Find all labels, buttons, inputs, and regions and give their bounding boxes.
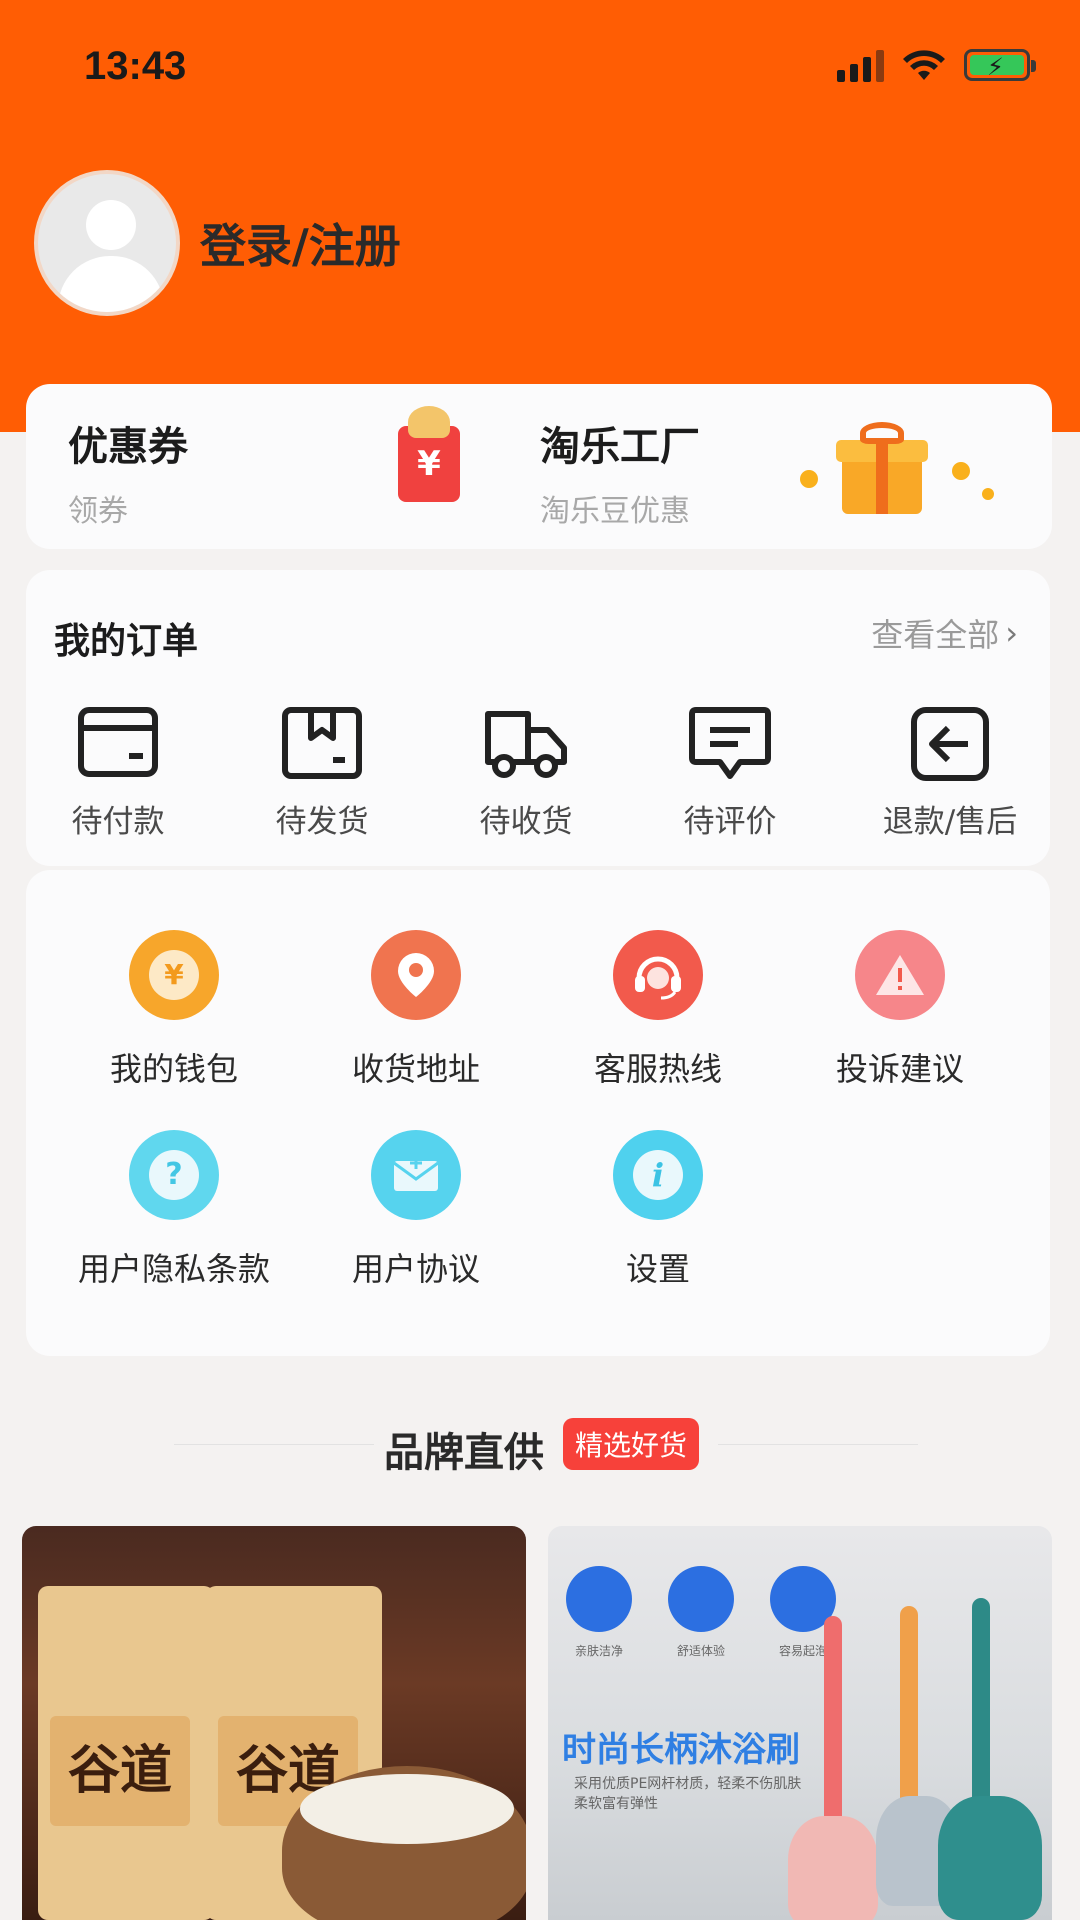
package-label: 谷道 — [50, 1716, 190, 1826]
envelope-icon — [371, 1130, 461, 1220]
factory-subtitle: 淘乐豆优惠 — [540, 494, 690, 529]
factory-title: 淘乐工厂 — [540, 424, 700, 470]
coin-decoration — [982, 488, 994, 500]
service-wallet[interactable]: ¥ 我的钱包 — [74, 930, 274, 1090]
service-label: 客服热线 — [593, 1050, 722, 1088]
feature-icons — [566, 1566, 836, 1632]
water-wave-icon — [566, 1566, 632, 1632]
orders-title: 我的订单 — [54, 621, 199, 662]
comment-icon — [689, 707, 771, 779]
divider — [174, 1444, 374, 1445]
red-packet-icon[interactable]: ¥ — [398, 406, 460, 502]
brand-badge: 精选好货 — [563, 1418, 700, 1470]
service-label: 用户隐私条款 — [77, 1250, 270, 1288]
brand-section-heading: 品牌直供 精选好货 — [0, 1414, 1080, 1476]
service-label: 投诉建议 — [835, 1050, 964, 1088]
gift-box-icon[interactable] — [832, 422, 932, 518]
avatar[interactable] — [34, 170, 180, 316]
feature-caption: 亲肤洁净 — [574, 1644, 623, 1658]
product-card-bath-brush[interactable]: 亲肤洁净 舒适体验 容易起泡 时尚长柄沐浴刷 采用优质PE网杆材质，轻柔不伤肌肤… — [548, 1526, 1052, 1920]
wallet-icon — [78, 707, 158, 777]
coupon-subtitle: 领券 — [68, 494, 128, 529]
return-icon — [911, 707, 989, 781]
info-icon: i — [613, 1130, 703, 1220]
service-hotline[interactable]: 客服热线 — [558, 930, 758, 1090]
question-icon: ? — [129, 1130, 219, 1220]
order-label: 退款/售后 — [882, 804, 1018, 840]
profile-login[interactable]: 登录/注册 — [34, 170, 401, 316]
order-pending-review[interactable]: 待评价 — [666, 706, 794, 841]
product-title: 时尚长柄沐浴刷 — [562, 1731, 800, 1769]
coupon-title: 优惠券 — [68, 424, 188, 470]
order-label: 待评价 — [683, 804, 777, 840]
service-label: 用户协议 — [351, 1250, 480, 1288]
promo-card: 优惠券 领券 ¥ 淘乐工厂 淘乐豆优惠 — [26, 384, 1052, 549]
service-label: 收货地址 — [351, 1050, 480, 1088]
order-pending-payment[interactable]: 待付款 — [54, 706, 182, 841]
product-package: 谷道 — [38, 1586, 214, 1920]
feature-captions: 亲肤洁净 舒适体验 容易起泡 — [566, 1642, 836, 1659]
feature-caption: 舒适体验 — [676, 1644, 725, 1658]
wifi-icon — [903, 50, 945, 80]
brush-handle — [824, 1616, 842, 1836]
package-icon — [282, 707, 362, 779]
divider — [718, 1444, 918, 1445]
battery-icon: ⚡ — [964, 49, 1036, 81]
location-pin-icon — [371, 930, 461, 1020]
brush-head — [788, 1816, 878, 1920]
order-label: 待发货 — [275, 804, 369, 840]
coin-decoration — [800, 470, 818, 488]
orders-card: 我的订单 查看全部 › 待付款 待发货 待收货 待评价 退款/售后 — [26, 570, 1050, 866]
brush-handle — [972, 1598, 990, 1818]
view-all-orders-link[interactable]: 查看全部 › — [871, 610, 1018, 656]
service-agreement[interactable]: 用户协议 — [316, 1130, 516, 1290]
coin-decoration — [952, 462, 970, 480]
services-card: ¥ 我的钱包 收货地址 客服热线 投诉建议 ? 用户隐私条款 用户协议 i 设置 — [26, 870, 1050, 1356]
view-all-label: 查看全部 — [871, 616, 1000, 654]
status-icons: ⚡ — [837, 48, 1036, 82]
coupon-entry[interactable]: 优惠券 领券 — [68, 414, 188, 530]
service-address[interactable]: 收货地址 — [316, 930, 516, 1090]
service-settings[interactable]: i 设置 — [558, 1130, 758, 1290]
yen-coin-icon: ¥ — [129, 930, 219, 1020]
order-pending-receipt[interactable]: 待收货 — [462, 706, 590, 841]
factory-entry[interactable]: 淘乐工厂 淘乐豆优惠 — [540, 414, 700, 530]
status-time: 13:43 — [84, 44, 187, 88]
order-refund-after-sale[interactable]: 退款/售后 — [870, 706, 1030, 841]
order-label: 待付款 — [71, 804, 165, 840]
brush-head — [938, 1796, 1042, 1920]
service-label: 我的钱包 — [109, 1050, 238, 1088]
login-register-link[interactable]: 登录/注册 — [200, 210, 401, 276]
brand-title: 品牌直供 — [384, 1430, 544, 1476]
signal-icon — [837, 48, 884, 82]
order-label: 待收货 — [479, 804, 573, 840]
order-pending-shipment[interactable]: 待发货 — [258, 706, 386, 841]
brush-handle — [900, 1606, 918, 1826]
service-label: 设置 — [625, 1250, 690, 1288]
truck-icon — [485, 711, 567, 778]
service-privacy[interactable]: ? 用户隐私条款 — [74, 1130, 274, 1290]
noodle-bowl-image — [282, 1766, 526, 1920]
dots-icon — [668, 1566, 734, 1632]
product-card-noodles[interactable]: 谷道 谷道 — [22, 1526, 526, 1920]
product-description: 采用优质PE网杆材质，轻柔不伤肌肤 柔软富有弹性 — [574, 1776, 802, 1812]
status-bar: 13:43 ⚡ — [0, 0, 1080, 140]
headset-icon — [613, 930, 703, 1020]
warning-icon — [855, 930, 945, 1020]
chevron-right-icon: › — [1005, 614, 1018, 652]
service-feedback[interactable]: 投诉建议 — [800, 930, 1000, 1090]
